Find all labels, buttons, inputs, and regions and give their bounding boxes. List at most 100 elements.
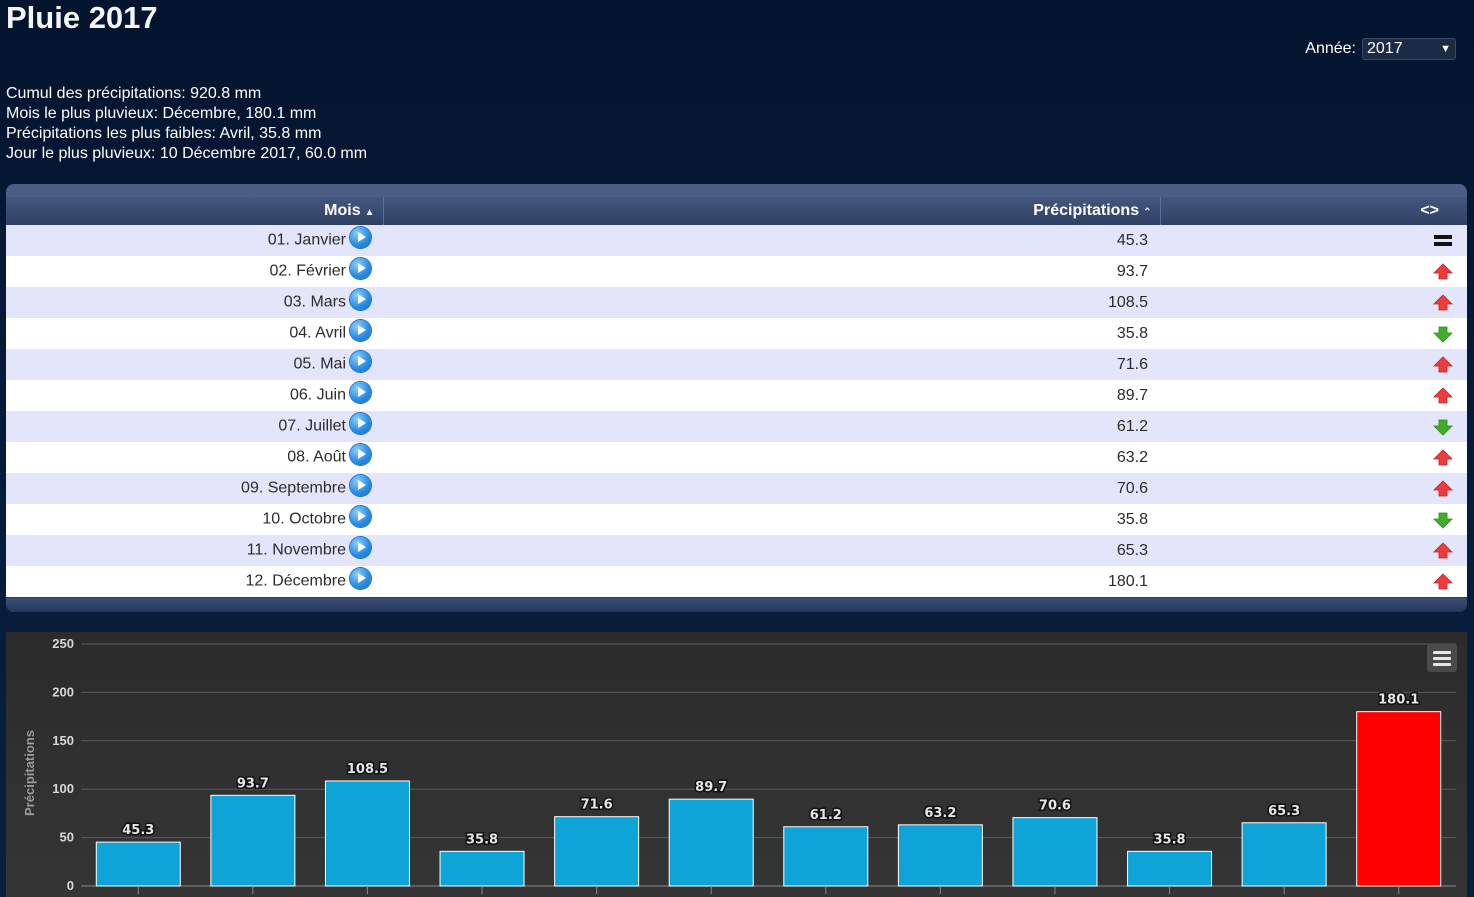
y-tick-label: 100 <box>52 781 74 796</box>
cell-month: 11. Novembre <box>6 535 383 566</box>
stats-summary: Cumul des précipitations: 920.8 mm Mois … <box>6 84 367 164</box>
chevron-down-icon: ▼ <box>1440 43 1451 55</box>
month-name: 06. Juin <box>289 386 346 404</box>
sort-asc-icon: ▲ <box>364 207 375 218</box>
table-row: 06. Juin 89.7 <box>6 380 1467 411</box>
arrow-up-icon <box>1433 479 1453 497</box>
cell-precipitation: 70.6 <box>1116 479 1148 497</box>
table-row: 01. Janvier 45.3 <box>6 225 1467 256</box>
cell-month: 04. Avril <box>6 318 383 349</box>
year-select[interactable]: 2017 ▼ <box>1362 38 1456 60</box>
data-label: 45.3 <box>122 823 154 838</box>
cell-month: 09. Septembre <box>6 473 383 504</box>
play-icon[interactable] <box>350 413 371 434</box>
play-icon[interactable] <box>350 506 371 527</box>
cell-trend <box>1160 225 1467 256</box>
sort-icon: ⌃ <box>1143 207 1152 218</box>
table-row: 12. Décembre 180.1 <box>6 566 1467 597</box>
play-icon[interactable] <box>350 382 371 403</box>
data-label: 180.1 <box>1378 693 1419 708</box>
year-picker: Année: 2017 ▼ <box>1305 38 1456 60</box>
cell-trend <box>1160 473 1467 504</box>
cell-month: 10. Octobre <box>6 504 383 535</box>
y-axis-label: Précipitations <box>22 730 37 816</box>
table-row: 03. Mars 108.5 <box>6 287 1467 318</box>
bar <box>897 824 983 887</box>
cell-month: 07. Juillet <box>6 411 383 442</box>
column-header-trend[interactable]: <> <box>1160 197 1467 225</box>
month-name: 07. Juillet <box>278 417 346 435</box>
stat-wettest-month: Mois le plus pluvieux: Décembre, 180.1 m… <box>6 105 317 122</box>
cell-precipitation: 93.7 <box>1116 262 1148 280</box>
cell-month: 12. Décembre <box>6 566 383 597</box>
bar <box>783 826 869 887</box>
cell-month: 06. Juin <box>6 380 383 411</box>
play-icon[interactable] <box>350 258 371 279</box>
data-label: 71.6 <box>581 798 613 813</box>
table-body: 01. Janvier 45.3 02. Février 93.7 03. Mars 10… <box>6 225 1467 597</box>
month-name: 01. Janvier <box>267 231 346 249</box>
data-label: 65.3 <box>1268 804 1300 819</box>
cell-precipitation: 61.2 <box>1116 417 1148 435</box>
data-label: 89.7 <box>695 780 727 795</box>
column-header-month[interactable]: Mois ▲ <box>6 197 384 225</box>
column-header-precipitation[interactable]: Précipitations ⌃ <box>383 197 1161 225</box>
year-label: Année: <box>1305 40 1356 57</box>
cell-precipitation: 45.3 <box>1116 231 1148 249</box>
bar <box>1356 711 1442 887</box>
cell-precipitation: 63.2 <box>1116 448 1148 466</box>
cell-precipitation: 65.3 <box>1116 541 1148 559</box>
table-row: 04. Avril 35.8 <box>6 318 1467 349</box>
cell-precipitation: 180.1 <box>1107 572 1148 590</box>
cell-trend <box>1160 566 1467 597</box>
play-icon[interactable] <box>350 351 371 372</box>
cell-month: 05. Mai <box>6 349 383 380</box>
arrow-up-icon <box>1433 448 1453 466</box>
data-label: 108.5 <box>347 762 388 777</box>
data-label: 70.6 <box>1039 799 1071 814</box>
stat-driest-month: Précipitations les plus faibles: Avril, … <box>6 125 322 142</box>
cell-month: 03. Mars <box>6 287 383 318</box>
month-name: 09. Septembre <box>241 479 346 497</box>
arrow-down-icon <box>1433 511 1453 529</box>
cell-trend <box>1160 256 1467 287</box>
month-name: 04. Avril <box>289 324 346 342</box>
play-icon[interactable] <box>350 537 371 558</box>
table-row: 07. Juillet 61.2 <box>6 411 1467 442</box>
arrow-up-icon <box>1433 386 1453 404</box>
bar <box>1241 822 1327 887</box>
cell-month: 02. Février <box>6 256 383 287</box>
table-row: 11. Novembre 65.3 <box>6 535 1467 566</box>
monthly-table: Mois ▲ Précipitations ⌃ <> 01. Janvier 45.3… <box>6 197 1467 597</box>
table-row: 08. Août 63.2 <box>6 442 1467 473</box>
menu-icon[interactable] <box>1427 644 1457 672</box>
chart-svg: 050100150200250Précipitations45.345.393.… <box>22 636 1456 894</box>
play-icon[interactable] <box>350 227 371 248</box>
arrow-up-icon <box>1433 355 1453 373</box>
arrow-up-icon <box>1433 541 1453 559</box>
cell-precipitation: 35.8 <box>1116 324 1148 342</box>
bar <box>554 816 640 887</box>
stat-wettest-day: Jour le plus pluvieux: 10 Décembre 2017,… <box>6 145 368 162</box>
y-tick-label: 150 <box>52 733 74 748</box>
data-label: 35.8 <box>466 832 498 847</box>
play-icon[interactable] <box>350 568 371 589</box>
month-name: 03. Mars <box>283 293 346 311</box>
data-label: 63.2 <box>924 806 956 821</box>
table-row: 05. Mai 71.6 <box>6 349 1467 380</box>
equal-icon <box>1433 232 1453 249</box>
play-icon[interactable] <box>350 320 371 341</box>
play-icon[interactable] <box>350 444 371 465</box>
arrow-up-icon <box>1433 293 1453 311</box>
monthly-table-container: Mois ▲ Précipitations ⌃ <> 01. Janvier 45.3… <box>6 184 1467 612</box>
arrow-down-icon <box>1433 325 1453 343</box>
cell-precipitation: 35.8 <box>1116 510 1148 528</box>
play-icon[interactable] <box>350 475 371 496</box>
table-footer <box>6 598 1467 612</box>
month-name: 11. Novembre <box>246 541 346 559</box>
page-title: Pluie 2017 <box>6 0 158 35</box>
data-label: 35.8 <box>1154 832 1186 847</box>
cell-trend <box>1160 411 1467 442</box>
stat-total: Cumul des précipitations: 920.8 mm <box>6 85 262 102</box>
play-icon[interactable] <box>350 289 371 310</box>
